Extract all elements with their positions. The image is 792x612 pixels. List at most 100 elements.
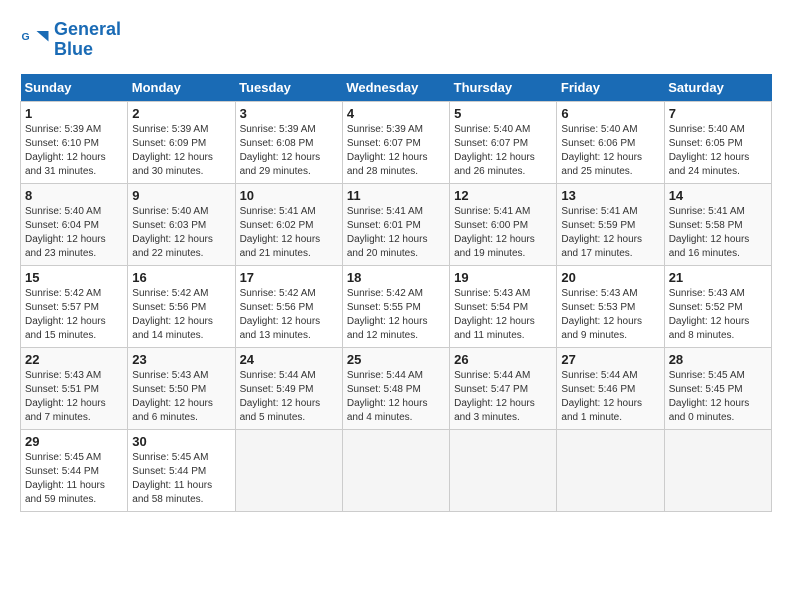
- calendar-cell: 15 Sunrise: 5:42 AMSunset: 5:57 PMDayligh…: [21, 265, 128, 347]
- day-number: 27: [561, 352, 659, 367]
- calendar-cell: 24 Sunrise: 5:44 AMSunset: 5:49 PMDayligh…: [235, 347, 342, 429]
- calendar-cell: [450, 429, 557, 511]
- day-info: Sunrise: 5:45 AMSunset: 5:44 PMDaylight:…: [132, 451, 230, 507]
- day-info: Sunrise: 5:41 AMSunset: 6:02 PMDaylight:…: [240, 205, 338, 261]
- day-info: Sunrise: 5:40 AMSunset: 6:05 PMDaylight:…: [669, 123, 767, 179]
- day-info: Sunrise: 5:43 AMSunset: 5:54 PMDaylight:…: [454, 287, 552, 343]
- day-number: 10: [240, 188, 338, 203]
- weekday-header-row: SundayMondayTuesdayWednesdayThursdayFrid…: [21, 74, 772, 102]
- calendar-cell: 26 Sunrise: 5:44 AMSunset: 5:47 PMDayligh…: [450, 347, 557, 429]
- day-number: 21: [669, 270, 767, 285]
- day-info: Sunrise: 5:40 AMSunset: 6:06 PMDaylight:…: [561, 123, 659, 179]
- calendar-cell: 10 Sunrise: 5:41 AMSunset: 6:02 PMDayligh…: [235, 183, 342, 265]
- calendar-week-3: 15 Sunrise: 5:42 AMSunset: 5:57 PMDayligh…: [21, 265, 772, 347]
- day-number: 30: [132, 434, 230, 449]
- calendar-cell: 9 Sunrise: 5:40 AMSunset: 6:03 PMDaylight…: [128, 183, 235, 265]
- weekday-header-sunday: Sunday: [21, 74, 128, 102]
- weekday-header-saturday: Saturday: [664, 74, 771, 102]
- calendar-cell: [235, 429, 342, 511]
- day-number: 20: [561, 270, 659, 285]
- day-info: Sunrise: 5:42 AMSunset: 5:56 PMDaylight:…: [132, 287, 230, 343]
- calendar-cell: 25 Sunrise: 5:44 AMSunset: 5:48 PMDayligh…: [342, 347, 449, 429]
- calendar-cell: [342, 429, 449, 511]
- calendar-cell: 28 Sunrise: 5:45 AMSunset: 5:45 PMDayligh…: [664, 347, 771, 429]
- day-number: 12: [454, 188, 552, 203]
- day-number: 6: [561, 106, 659, 121]
- calendar-cell: 21 Sunrise: 5:43 AMSunset: 5:52 PMDayligh…: [664, 265, 771, 347]
- day-number: 1: [25, 106, 123, 121]
- day-number: 16: [132, 270, 230, 285]
- calendar-week-1: 1Sunrise: 5:39 AMSunset: 6:10 PMDaylight…: [21, 101, 772, 183]
- day-info: Sunrise: 5:44 AMSunset: 5:48 PMDaylight:…: [347, 369, 445, 425]
- weekday-header-friday: Friday: [557, 74, 664, 102]
- day-info: Sunrise: 5:43 AMSunset: 5:52 PMDaylight:…: [669, 287, 767, 343]
- day-info: Sunrise: 5:44 AMSunset: 5:46 PMDaylight:…: [561, 369, 659, 425]
- calendar-cell: 19 Sunrise: 5:43 AMSunset: 5:54 PMDayligh…: [450, 265, 557, 347]
- day-number: 7: [669, 106, 767, 121]
- day-info: Sunrise: 5:42 AMSunset: 5:57 PMDaylight:…: [25, 287, 123, 343]
- weekday-header-wednesday: Wednesday: [342, 74, 449, 102]
- day-info: Sunrise: 5:44 AMSunset: 5:47 PMDaylight:…: [454, 369, 552, 425]
- day-number: 26: [454, 352, 552, 367]
- day-number: 25: [347, 352, 445, 367]
- day-number: 4: [347, 106, 445, 121]
- day-number: 23: [132, 352, 230, 367]
- day-number: 2: [132, 106, 230, 121]
- calendar-cell: 14 Sunrise: 5:41 AMSunset: 5:58 PMDayligh…: [664, 183, 771, 265]
- calendar-cell: 7 Sunrise: 5:40 AMSunset: 6:05 PMDaylight…: [664, 101, 771, 183]
- day-number: 24: [240, 352, 338, 367]
- calendar-week-4: 22Sunrise: 5:43 AMSunset: 5:51 PMDayligh…: [21, 347, 772, 429]
- day-info: Sunrise: 5:39 AMSunset: 6:09 PMDaylight:…: [132, 123, 230, 179]
- calendar-week-2: 8 Sunrise: 5:40 AMSunset: 6:04 PMDaylight…: [21, 183, 772, 265]
- calendar-cell: 1Sunrise: 5:39 AMSunset: 6:10 PMDaylight…: [21, 101, 128, 183]
- day-number: 14: [669, 188, 767, 203]
- calendar-cell: 2 Sunrise: 5:39 AMSunset: 6:09 PMDaylight…: [128, 101, 235, 183]
- calendar-cell: 6 Sunrise: 5:40 AMSunset: 6:06 PMDaylight…: [557, 101, 664, 183]
- day-number: 9: [132, 188, 230, 203]
- logo: G General Blue: [20, 20, 121, 60]
- calendar-table: SundayMondayTuesdayWednesdayThursdayFrid…: [20, 74, 772, 512]
- day-number: 15: [25, 270, 123, 285]
- day-info: Sunrise: 5:43 AMSunset: 5:50 PMDaylight:…: [132, 369, 230, 425]
- calendar-cell: 12 Sunrise: 5:41 AMSunset: 6:00 PMDayligh…: [450, 183, 557, 265]
- day-number: 11: [347, 188, 445, 203]
- calendar-cell: 30 Sunrise: 5:45 AMSunset: 5:44 PMDayligh…: [128, 429, 235, 511]
- day-info: Sunrise: 5:45 AMSunset: 5:44 PMDaylight:…: [25, 451, 123, 507]
- calendar-cell: 17Sunrise: 5:42 AMSunset: 5:56 PMDayligh…: [235, 265, 342, 347]
- calendar-cell: 3Sunrise: 5:39 AMSunset: 6:08 PMDaylight…: [235, 101, 342, 183]
- calendar-body: 1Sunrise: 5:39 AMSunset: 6:10 PMDaylight…: [21, 101, 772, 511]
- day-number: 8: [25, 188, 123, 203]
- calendar-cell: 20 Sunrise: 5:43 AMSunset: 5:53 PMDayligh…: [557, 265, 664, 347]
- day-info: Sunrise: 5:40 AMSunset: 6:04 PMDaylight:…: [25, 205, 123, 261]
- day-info: Sunrise: 5:41 AMSunset: 5:58 PMDaylight:…: [669, 205, 767, 261]
- calendar-cell: 13 Sunrise: 5:41 AMSunset: 5:59 PMDayligh…: [557, 183, 664, 265]
- calendar-cell: [557, 429, 664, 511]
- svg-text:G: G: [22, 31, 30, 43]
- day-number: 18: [347, 270, 445, 285]
- calendar-cell: 4Sunrise: 5:39 AMSunset: 6:07 PMDaylight…: [342, 101, 449, 183]
- day-info: Sunrise: 5:41 AMSunset: 6:01 PMDaylight:…: [347, 205, 445, 261]
- calendar-cell: 18 Sunrise: 5:42 AMSunset: 5:55 PMDayligh…: [342, 265, 449, 347]
- day-info: Sunrise: 5:45 AMSunset: 5:45 PMDaylight:…: [669, 369, 767, 425]
- day-info: Sunrise: 5:42 AMSunset: 5:55 PMDaylight:…: [347, 287, 445, 343]
- day-info: Sunrise: 5:40 AMSunset: 6:07 PMDaylight:…: [454, 123, 552, 179]
- weekday-header-thursday: Thursday: [450, 74, 557, 102]
- day-number: 22: [25, 352, 123, 367]
- day-number: 13: [561, 188, 659, 203]
- calendar-cell: [664, 429, 771, 511]
- day-info: Sunrise: 5:40 AMSunset: 6:03 PMDaylight:…: [132, 205, 230, 261]
- day-info: Sunrise: 5:41 AMSunset: 5:59 PMDaylight:…: [561, 205, 659, 261]
- day-number: 19: [454, 270, 552, 285]
- weekday-header-tuesday: Tuesday: [235, 74, 342, 102]
- day-number: 28: [669, 352, 767, 367]
- day-info: Sunrise: 5:43 AMSunset: 5:53 PMDaylight:…: [561, 287, 659, 343]
- day-number: 29: [25, 434, 123, 449]
- calendar-cell: 8 Sunrise: 5:40 AMSunset: 6:04 PMDaylight…: [21, 183, 128, 265]
- day-info: Sunrise: 5:44 AMSunset: 5:49 PMDaylight:…: [240, 369, 338, 425]
- day-number: 17: [240, 270, 338, 285]
- logo-icon: G: [20, 25, 50, 55]
- day-info: Sunrise: 5:41 AMSunset: 6:00 PMDaylight:…: [454, 205, 552, 261]
- calendar-cell: 5Sunrise: 5:40 AMSunset: 6:07 PMDaylight…: [450, 101, 557, 183]
- weekday-header-monday: Monday: [128, 74, 235, 102]
- calendar-cell: 16 Sunrise: 5:42 AMSunset: 5:56 PMDayligh…: [128, 265, 235, 347]
